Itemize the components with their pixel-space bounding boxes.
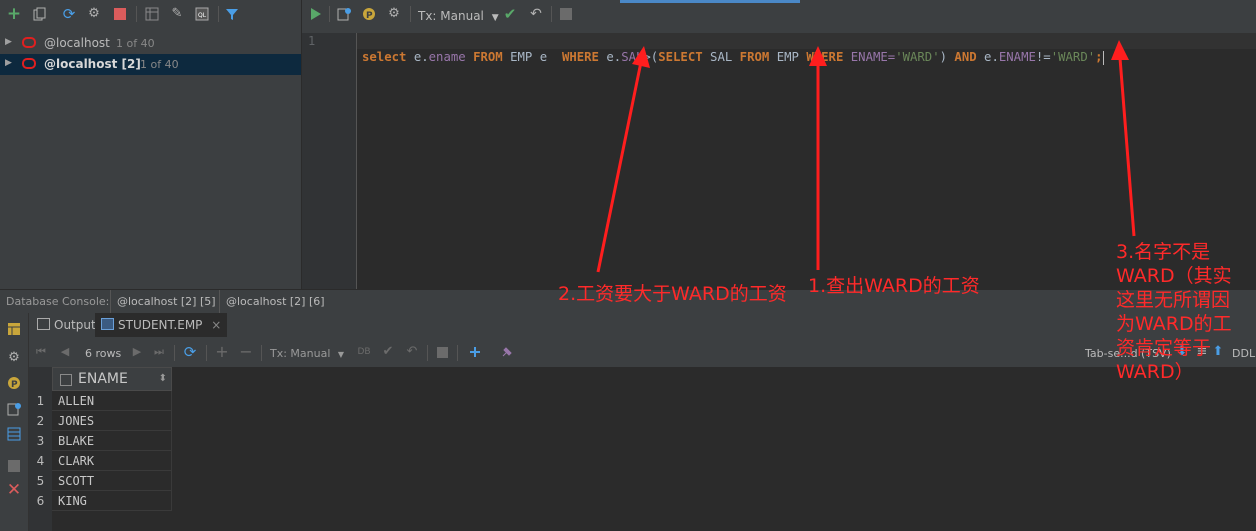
annotation-3-line: WARD） (1116, 361, 1194, 383)
annotation-3-line: WARD（其实 (1116, 265, 1232, 287)
arrow-3 (1111, 40, 1136, 237)
arrow-1 (809, 46, 827, 270)
annotation-2: 2.工资要大于WARD的工资 (558, 283, 787, 305)
annotation-3-line: 这里无所谓因 (1116, 289, 1231, 311)
annotation-3-line: 3.名字不是 (1116, 241, 1211, 263)
annotation-3-line: 资肯定等于 (1116, 337, 1212, 359)
annotation-arrows (596, 40, 1136, 273)
arrow-2 (596, 46, 650, 273)
annotation-3-line: 为WARD的工 (1116, 313, 1232, 335)
annotation-1: 1.查出WARD的工资 (808, 275, 980, 297)
annotation-3: 3.名字不是 WARD（其实 这里无所谓因 为WARD的工 资肯定等于 WARD… (1116, 240, 1232, 384)
